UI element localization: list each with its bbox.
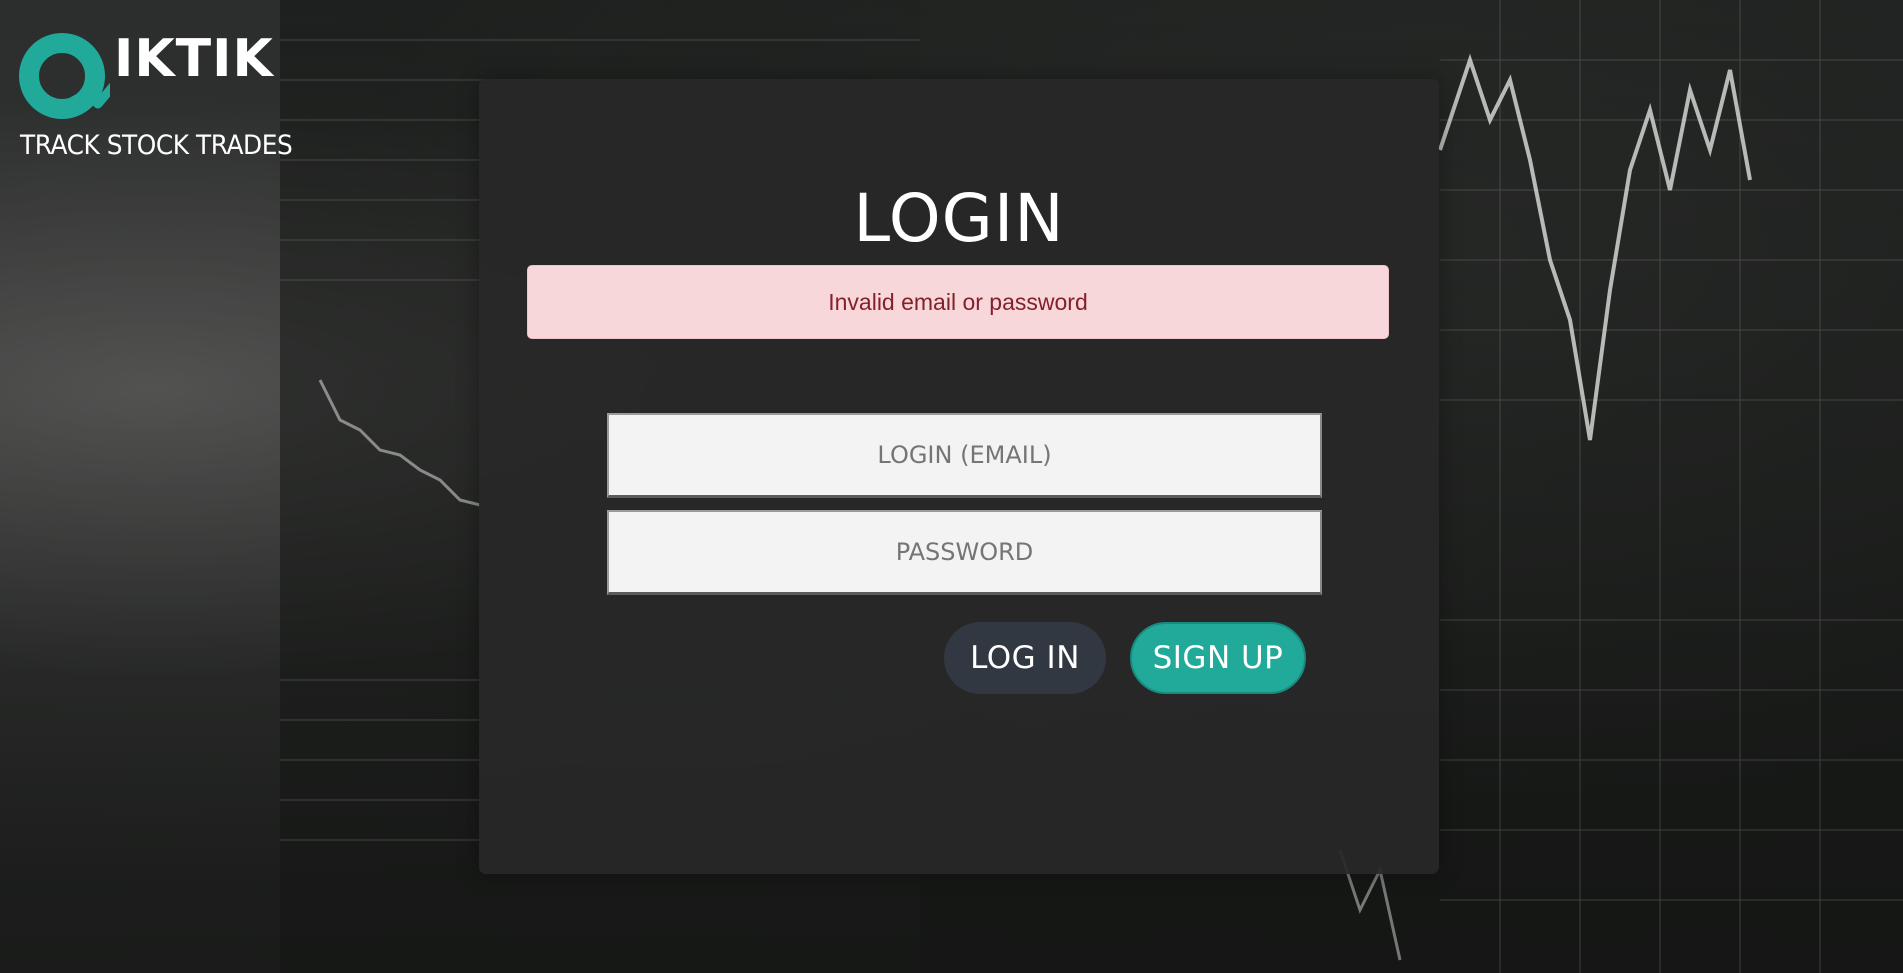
error-alert: Invalid email or password [527, 265, 1389, 339]
password-field[interactable] [607, 510, 1322, 595]
brand-tagline: TRACK STOCK TRADES [20, 130, 293, 161]
email-field[interactable] [607, 413, 1322, 498]
login-button[interactable]: LOG IN [944, 622, 1106, 694]
q-arrow-logo-icon [19, 33, 110, 119]
brand-logo[interactable]: IKTIK TRACK STOCK TRADES [18, 28, 293, 163]
signup-button[interactable]: SIGN UP [1130, 622, 1306, 694]
brand-wordmark: IKTIK [114, 29, 274, 89]
page-title: LOGIN [853, 180, 1065, 257]
login-panel: LOGIN Invalid email or password LOG IN S… [479, 79, 1439, 874]
